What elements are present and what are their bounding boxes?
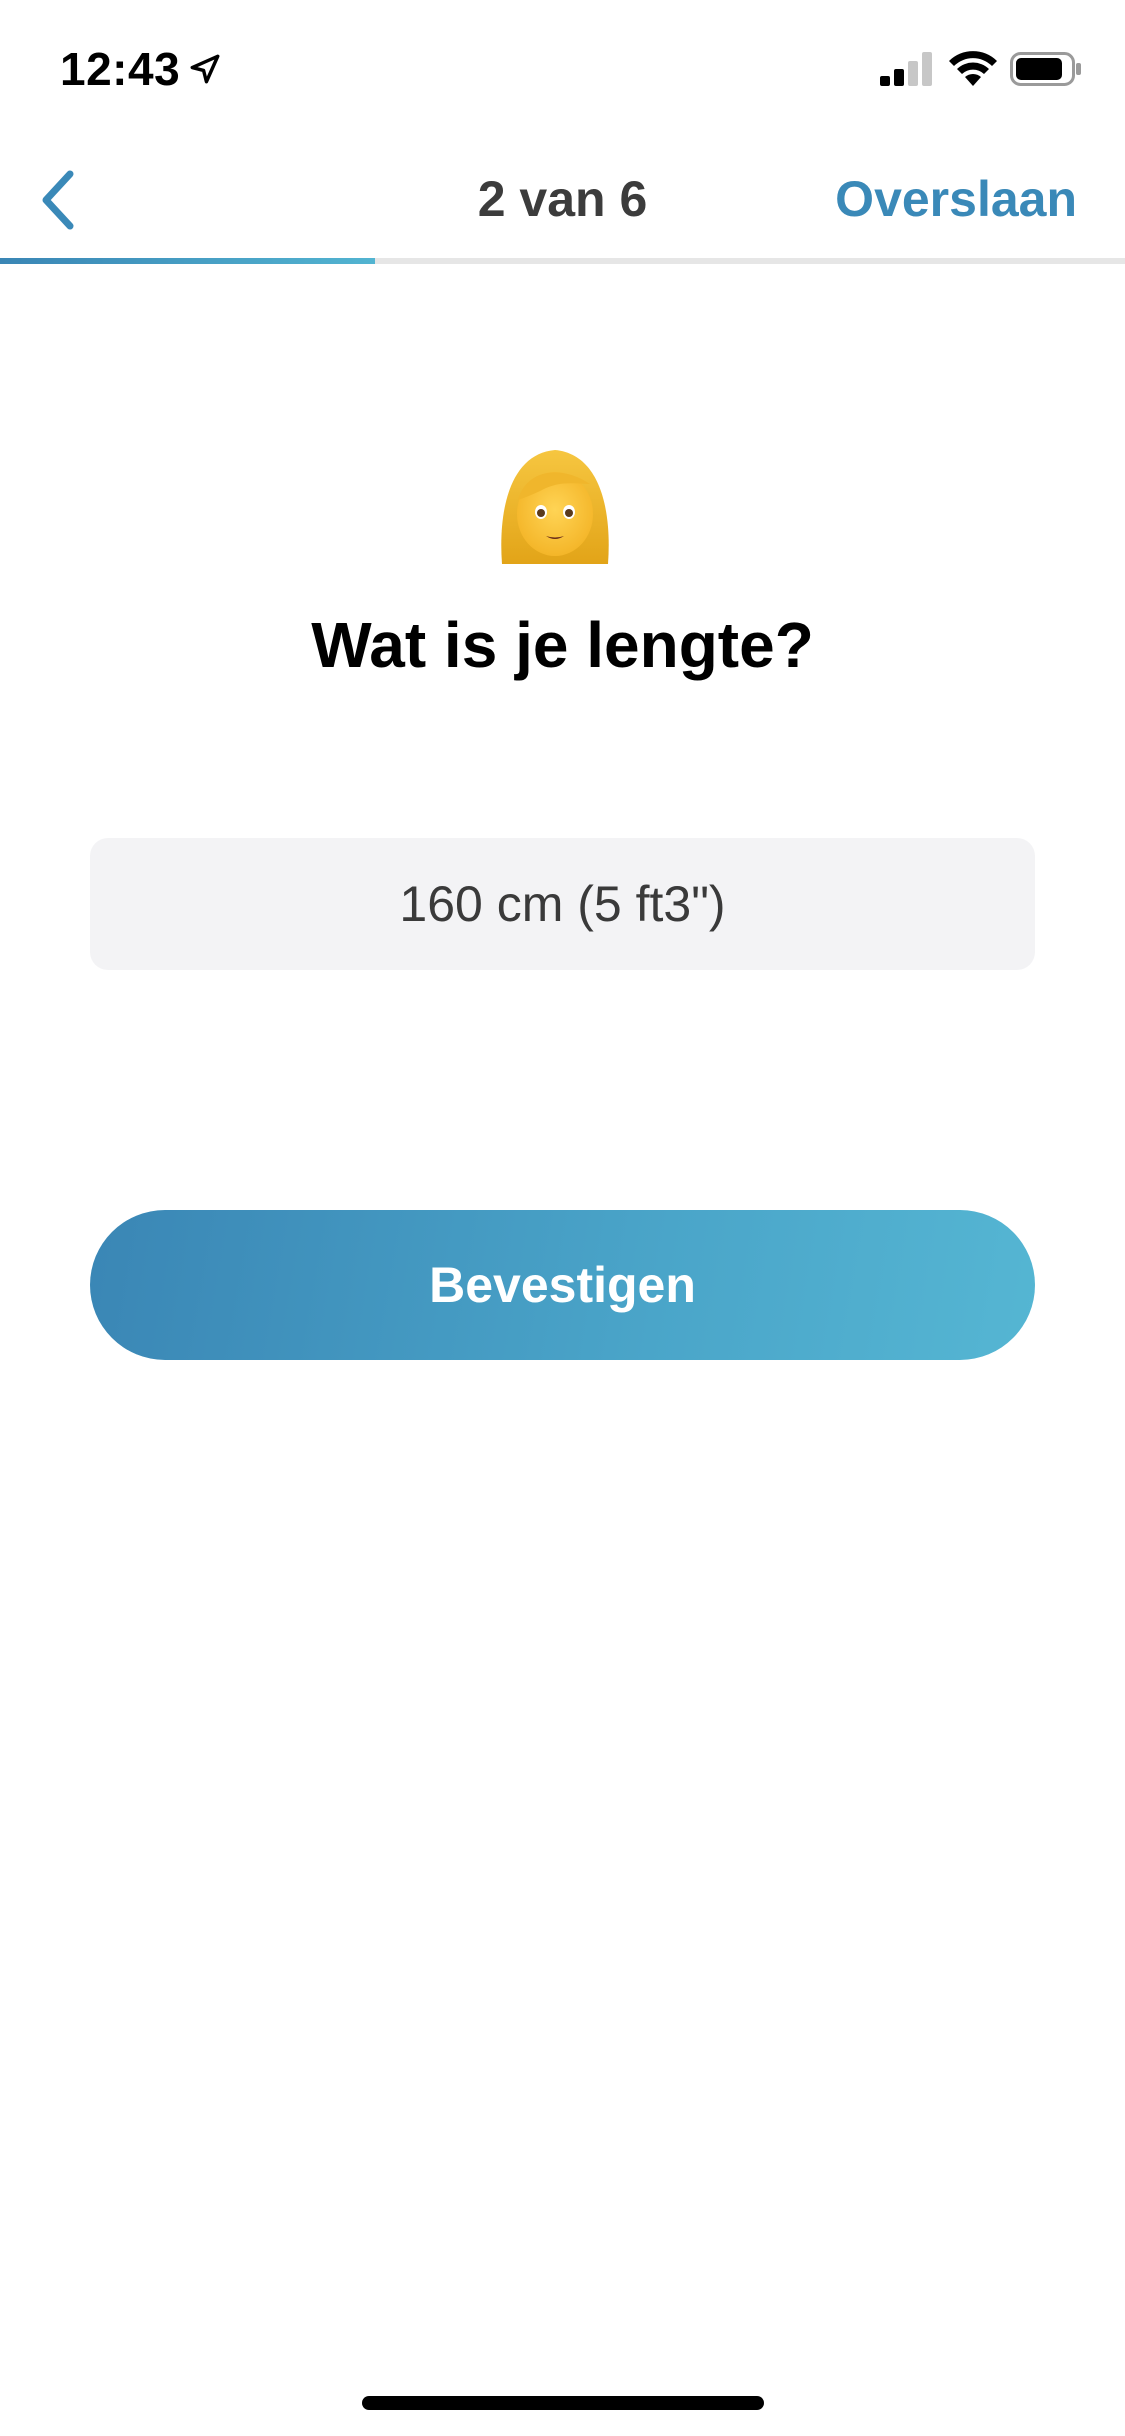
location-arrow-icon	[190, 54, 220, 84]
confirm-button-label: Bevestigen	[429, 1257, 696, 1313]
battery-icon	[1010, 52, 1081, 86]
question-title: Wat is je lengte?	[311, 609, 814, 681]
progress-fill	[0, 258, 375, 264]
skip-button[interactable]: Overslaan	[835, 170, 1077, 228]
progress-bar	[0, 258, 1125, 264]
height-field[interactable]: 160 cm (5 ft3")	[90, 838, 1035, 970]
signal-icon	[880, 52, 932, 86]
status-time: 12:43	[60, 43, 181, 95]
onboarding-screen: 12:43 2 van 6 Overslaan Wat is je lengte…	[0, 0, 1125, 2436]
nav-bar: 2 van 6 Overslaan	[0, 140, 1125, 262]
woman-emoji-icon	[501, 450, 609, 564]
home-indicator[interactable]	[362, 2396, 764, 2410]
status-bar: 12:43	[0, 0, 1125, 140]
confirm-button[interactable]: Bevestigen	[90, 1210, 1035, 1360]
height-value: 160 cm (5 ft3")	[399, 876, 726, 932]
wifi-icon	[949, 51, 997, 86]
